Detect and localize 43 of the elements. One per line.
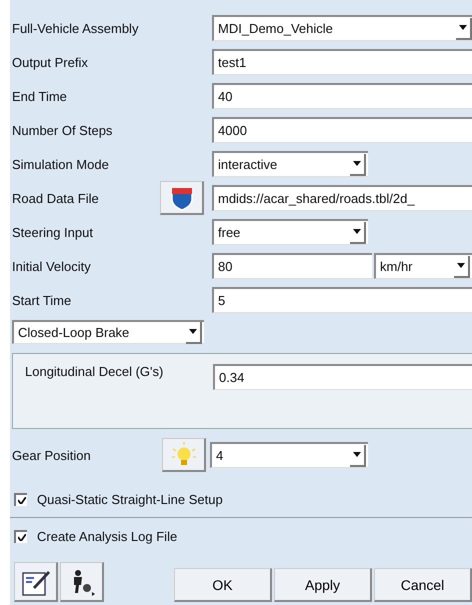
field-label: Number Of Steps: [11, 122, 114, 138]
checkbox[interactable]: [14, 492, 27, 506]
field-label: Longitudinal Decel (G's): [24, 364, 164, 379]
dropdown-arrow-icon[interactable]: [350, 222, 366, 244]
input-field[interactable]: 5: [212, 287, 472, 313]
dropdown[interactable]: interactive: [212, 151, 368, 177]
dialog-button[interactable]: OK: [174, 568, 272, 602]
input-field[interactable]: 40: [212, 83, 472, 109]
field-label: End Time: [11, 88, 68, 104]
field-label: Initial Velocity: [11, 258, 92, 274]
check-icon: [18, 534, 26, 540]
input-field[interactable]: 4000: [212, 117, 472, 143]
checkbox-label: Create Analysis Log File: [37, 528, 178, 544]
field-label: Steering Input: [11, 224, 94, 240]
dropdown[interactable]: MDI_Demo_Vehicle: [212, 15, 472, 41]
dialog-button[interactable]: Apply: [274, 568, 372, 602]
dropdown-arrow-icon[interactable]: [186, 322, 202, 344]
checkbox-label: Quasi-Static Straight-Line Setup: [37, 492, 223, 506]
input-field[interactable]: 80: [212, 253, 372, 279]
dropdown[interactable]: Closed-Loop Brake: [12, 320, 204, 344]
field-label: Gear Position: [11, 448, 92, 462]
dropdown-arrow-icon[interactable]: [350, 154, 366, 176]
dropdown[interactable]: km/hr: [374, 253, 472, 279]
dropdown-arrow-icon[interactable]: [454, 256, 470, 278]
field-label: Road Data File: [11, 190, 100, 206]
field-label: Start Time: [11, 292, 72, 308]
dropdown[interactable]: free: [212, 219, 368, 245]
field-label: Full-Vehicle Assembly: [11, 20, 140, 36]
field-label: Simulation Mode: [11, 156, 110, 172]
input-field[interactable]: 0.34: [213, 364, 472, 390]
worker-button[interactable]: [60, 562, 104, 602]
checkbox[interactable]: [14, 530, 27, 542]
field-label: Output Prefix: [11, 54, 89, 70]
road-file-button[interactable]: [160, 181, 204, 215]
check-icon: [18, 496, 26, 504]
edit-note-button[interactable]: [14, 562, 58, 602]
dropdown-arrow-icon[interactable]: [456, 18, 472, 40]
dropdown-arrow-icon[interactable]: [350, 444, 366, 466]
dialog-button[interactable]: Cancel: [374, 568, 472, 602]
lightbulb-button[interactable]: [162, 438, 206, 472]
input-field[interactable]: mdids://acar_shared/roads.tbl/2d_: [212, 185, 472, 211]
input-field[interactable]: test1: [212, 49, 472, 75]
dropdown[interactable]: 4: [210, 442, 368, 468]
